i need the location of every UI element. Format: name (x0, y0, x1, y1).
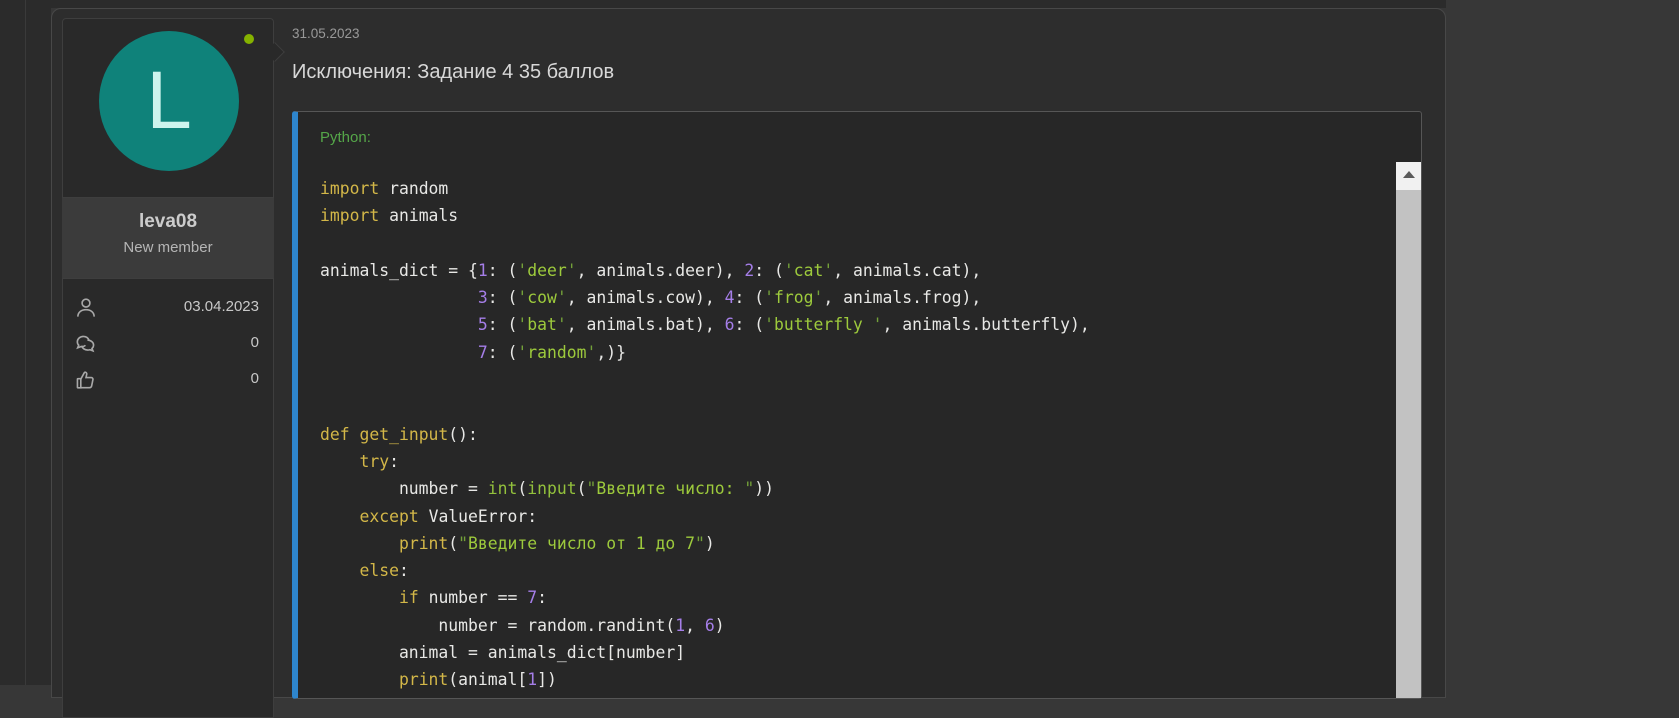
scrollbar-up-button[interactable] (1396, 162, 1421, 187)
code-line: number = random.randint(1, 6) (320, 612, 1381, 639)
scrollbar-thumb[interactable] (1396, 190, 1421, 698)
online-indicator (244, 34, 254, 44)
page-top-margin (51, 0, 1446, 8)
stat-row-likes: 0 (63, 363, 273, 399)
code-scroll-area[interactable]: import randomimport animals animals_dict … (298, 162, 1421, 698)
code-line: 5: ('bat', animals.bat), 6: ('butterfly … (320, 311, 1381, 338)
code-language-label: Python: (298, 112, 371, 146)
avatar-box-arrow (265, 42, 285, 62)
code-line: try: (320, 448, 1381, 475)
avatar[interactable]: L (99, 31, 239, 171)
message-count: 0 (251, 334, 259, 351)
code-line: if number == 7: (320, 584, 1381, 611)
code-line: else: (320, 557, 1381, 584)
code-line: 3: ('cow', animals.cow), 4: ('frog', ani… (320, 284, 1381, 311)
user-info-column: L leva08 New member 03.04.2023 (62, 9, 274, 697)
code-block: Python: import randomimport animals anima… (292, 111, 1422, 699)
code-line: print(animal[1]) (320, 666, 1381, 693)
page-left-margin (0, 0, 51, 685)
messages-icon (73, 331, 99, 357)
likes-icon (73, 367, 99, 393)
post-timestamp[interactable]: 31.05.2023 (292, 26, 360, 41)
message-column: 31.05.2023 Исключения: Задание 4 35 балл… (290, 9, 1424, 697)
username-link[interactable]: leva08 (62, 198, 274, 233)
code-line: number = int(input("Введите число: ")) (320, 475, 1381, 502)
code-line (320, 230, 1381, 257)
post-title: Исключения: Задание 4 35 баллов (292, 61, 614, 84)
left-divider-line (25, 0, 26, 685)
code-line: def get_input(): (320, 421, 1381, 448)
avatar-box: L (62, 18, 274, 198)
like-count: 0 (251, 370, 259, 387)
user-role-label: New member (62, 239, 274, 256)
code-line: 7: ('random',)} (320, 339, 1381, 366)
scroll-up-arrow-icon (1403, 171, 1415, 178)
post-container: L leva08 New member 03.04.2023 (51, 8, 1446, 698)
stat-row-joined: 03.04.2023 (63, 291, 273, 327)
code-scrollbar[interactable] (1396, 162, 1421, 698)
avatar-letter: L (146, 60, 192, 142)
code-lines: import randomimport animals animals_dict … (320, 175, 1381, 694)
user-name-box: leva08 New member (62, 198, 274, 278)
joined-date: 03.04.2023 (184, 298, 259, 315)
stat-row-messages: 0 (63, 327, 273, 363)
code-line: print("Введите число от 1 до 7") (320, 530, 1381, 557)
user-icon (73, 295, 99, 321)
code-line: import animals (320, 202, 1381, 229)
user-stats-box: 03.04.2023 0 0 (62, 278, 274, 718)
code-line (320, 366, 1381, 393)
code-line: except ValueError: (320, 503, 1381, 530)
code-line: import random (320, 175, 1381, 202)
code-line: animal = animals_dict[number] (320, 639, 1381, 666)
code-line (320, 393, 1381, 420)
code-line: animals_dict = {1: ('deer', animals.deer… (320, 257, 1381, 284)
